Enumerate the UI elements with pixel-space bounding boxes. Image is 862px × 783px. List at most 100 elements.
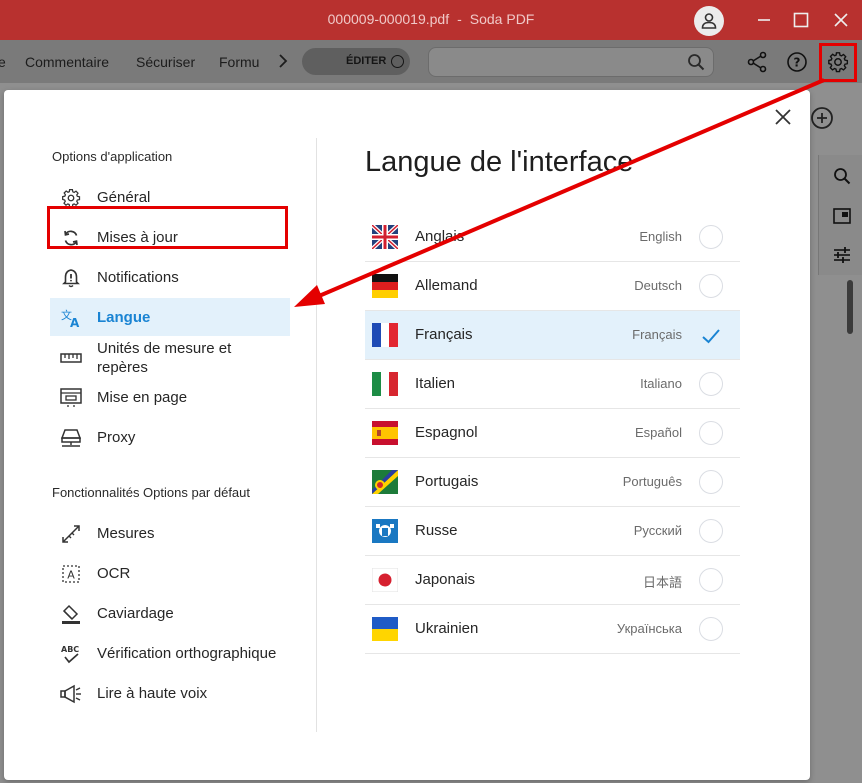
- user-icon: [701, 13, 717, 29]
- language-radio[interactable]: [699, 372, 723, 396]
- language-native-name: Español: [635, 425, 682, 440]
- section-title-features: Fonctionnalités Options par défaut: [52, 485, 251, 500]
- svg-text:?: ?: [794, 56, 801, 70]
- share-icon: [747, 51, 767, 73]
- ocr-icon: A: [60, 563, 82, 585]
- svg-text:ABC: ABC: [61, 645, 79, 654]
- language-name: Italien: [415, 375, 456, 392]
- panel-search-button[interactable]: [831, 165, 853, 187]
- pane-divider: [316, 138, 317, 732]
- toolbar-tab-formulaire[interactable]: Formu: [219, 54, 259, 70]
- language-row-allemand[interactable]: Allemand Deutsch: [365, 262, 740, 311]
- language-name: Espagnol: [415, 424, 478, 441]
- sliders-icon: [834, 247, 850, 263]
- sidebar-item-spellcheck[interactable]: ABC Vérification orthographique: [50, 634, 290, 672]
- panel-properties-button[interactable]: [831, 244, 853, 266]
- language-native-name: Français: [632, 327, 682, 342]
- checkmark-icon[interactable]: [699, 324, 723, 348]
- help-icon: ?: [787, 52, 807, 72]
- svg-text:A: A: [70, 316, 80, 329]
- language-native-name: Русский: [633, 523, 682, 538]
- flag-uk-icon: [372, 225, 398, 249]
- langue-highlight-box: [47, 206, 288, 249]
- flag-fr-icon: [372, 323, 398, 347]
- add-circle-icon[interactable]: [809, 105, 835, 131]
- flag-de-icon: [372, 274, 398, 298]
- language-name: Français: [415, 326, 473, 343]
- search-icon: [688, 54, 705, 71]
- toggle-knob: [391, 55, 404, 68]
- sidebar-item-label: OCR: [97, 565, 131, 582]
- language-name: Japonais: [415, 571, 476, 588]
- panel-thumbnail-button[interactable]: [831, 205, 853, 227]
- language-native-name: English: [639, 229, 682, 244]
- proxy-icon: [60, 427, 82, 449]
- sidebar-item-page-layout[interactable]: Mise en page: [50, 378, 290, 416]
- measure-icon: [60, 523, 82, 545]
- flag-es-icon: [372, 421, 398, 445]
- chevron-right-icon[interactable]: [276, 53, 290, 69]
- language-radio[interactable]: [699, 274, 723, 298]
- language-radio[interactable]: [699, 568, 723, 592]
- toolbar-tab-commentaire[interactable]: Commentaire: [25, 54, 109, 70]
- language-row-ukrainien[interactable]: Ukrainien Українська: [365, 605, 740, 654]
- language-row-russe[interactable]: Russe Русский: [365, 507, 740, 556]
- sidebar-item-langue[interactable]: 文A Langue: [50, 298, 290, 336]
- scrollbar-thumb[interactable]: [847, 280, 853, 334]
- sidebar-item-label: Notifications: [97, 269, 179, 286]
- translate-icon: 文A: [60, 307, 82, 329]
- window-title: 000009-000019.pdf - Soda PDF: [0, 11, 862, 27]
- sidebar-item-measures[interactable]: Mesures: [50, 514, 290, 552]
- language-radio[interactable]: [699, 470, 723, 494]
- edit-mode-toggle[interactable]: ÉDITER: [302, 48, 410, 75]
- sidebar-item-redaction[interactable]: Caviardage: [50, 594, 290, 632]
- sidebar-item-label: Caviardage: [97, 605, 174, 622]
- search-icon: [834, 168, 851, 185]
- language-row-francais[interactable]: Français Français: [365, 311, 740, 360]
- flag-ua-icon: [372, 617, 398, 641]
- page-layout-icon: [60, 387, 82, 409]
- language-row-italien[interactable]: Italien Italiano: [365, 360, 740, 409]
- ribbon-toolbar: e Commentaire Sécuriser Formu ÉDITER ?: [0, 40, 862, 83]
- sidebar-item-ocr[interactable]: A OCR: [50, 554, 290, 592]
- section-title-application: Options d'application: [52, 149, 173, 164]
- language-list: Anglais English Allemand Deutsch Françai…: [365, 213, 740, 654]
- language-row-espagnol[interactable]: Espagnol Español: [365, 409, 740, 458]
- account-button[interactable]: [694, 6, 724, 36]
- language-radio[interactable]: [699, 617, 723, 641]
- megaphone-icon: [60, 683, 82, 705]
- sidebar-item-units[interactable]: Unités de mesure et repères: [50, 338, 290, 376]
- language-radio[interactable]: [699, 421, 723, 445]
- language-row-anglais[interactable]: Anglais English: [365, 213, 740, 262]
- settings-highlight-box: [819, 43, 857, 82]
- language-name: Portugais: [415, 473, 479, 490]
- sidebar-item-label: Lire à haute voix: [97, 685, 208, 702]
- share-button[interactable]: [745, 50, 769, 74]
- title-bar: 000009-000019.pdf - Soda PDF: [0, 0, 862, 40]
- close-window-button[interactable]: [829, 8, 853, 32]
- toolbar-tab-partial[interactable]: e: [0, 54, 6, 70]
- right-side-panel: [818, 155, 862, 275]
- help-button[interactable]: ?: [785, 50, 809, 74]
- language-radio[interactable]: [699, 519, 723, 543]
- minimize-button[interactable]: [752, 8, 776, 32]
- language-name: Anglais: [415, 228, 465, 245]
- language-radio[interactable]: [699, 225, 723, 249]
- panel-layout-icon: [833, 208, 851, 224]
- toolbar-tab-securiser[interactable]: Sécuriser: [136, 54, 195, 70]
- search-input[interactable]: [428, 47, 714, 77]
- close-icon: [834, 13, 848, 27]
- page-title: Langue de l'interface: [365, 146, 634, 178]
- close-dialog-icon[interactable]: [774, 108, 792, 126]
- sidebar-item-notifications[interactable]: Notifications: [50, 258, 290, 296]
- maximize-button[interactable]: [789, 8, 813, 32]
- language-native-name: Deutsch: [634, 278, 682, 293]
- language-name: Russe: [415, 522, 458, 539]
- language-row-japonais[interactable]: Japonais 日本語: [365, 556, 740, 605]
- language-native-name: Português: [622, 474, 682, 489]
- sidebar-item-label: Général: [97, 189, 151, 206]
- sidebar-item-read-aloud[interactable]: Lire à haute voix: [50, 674, 290, 712]
- title-separator: -: [457, 11, 462, 27]
- language-row-portugais[interactable]: Portugais Português: [365, 458, 740, 507]
- sidebar-item-proxy[interactable]: Proxy: [50, 418, 290, 456]
